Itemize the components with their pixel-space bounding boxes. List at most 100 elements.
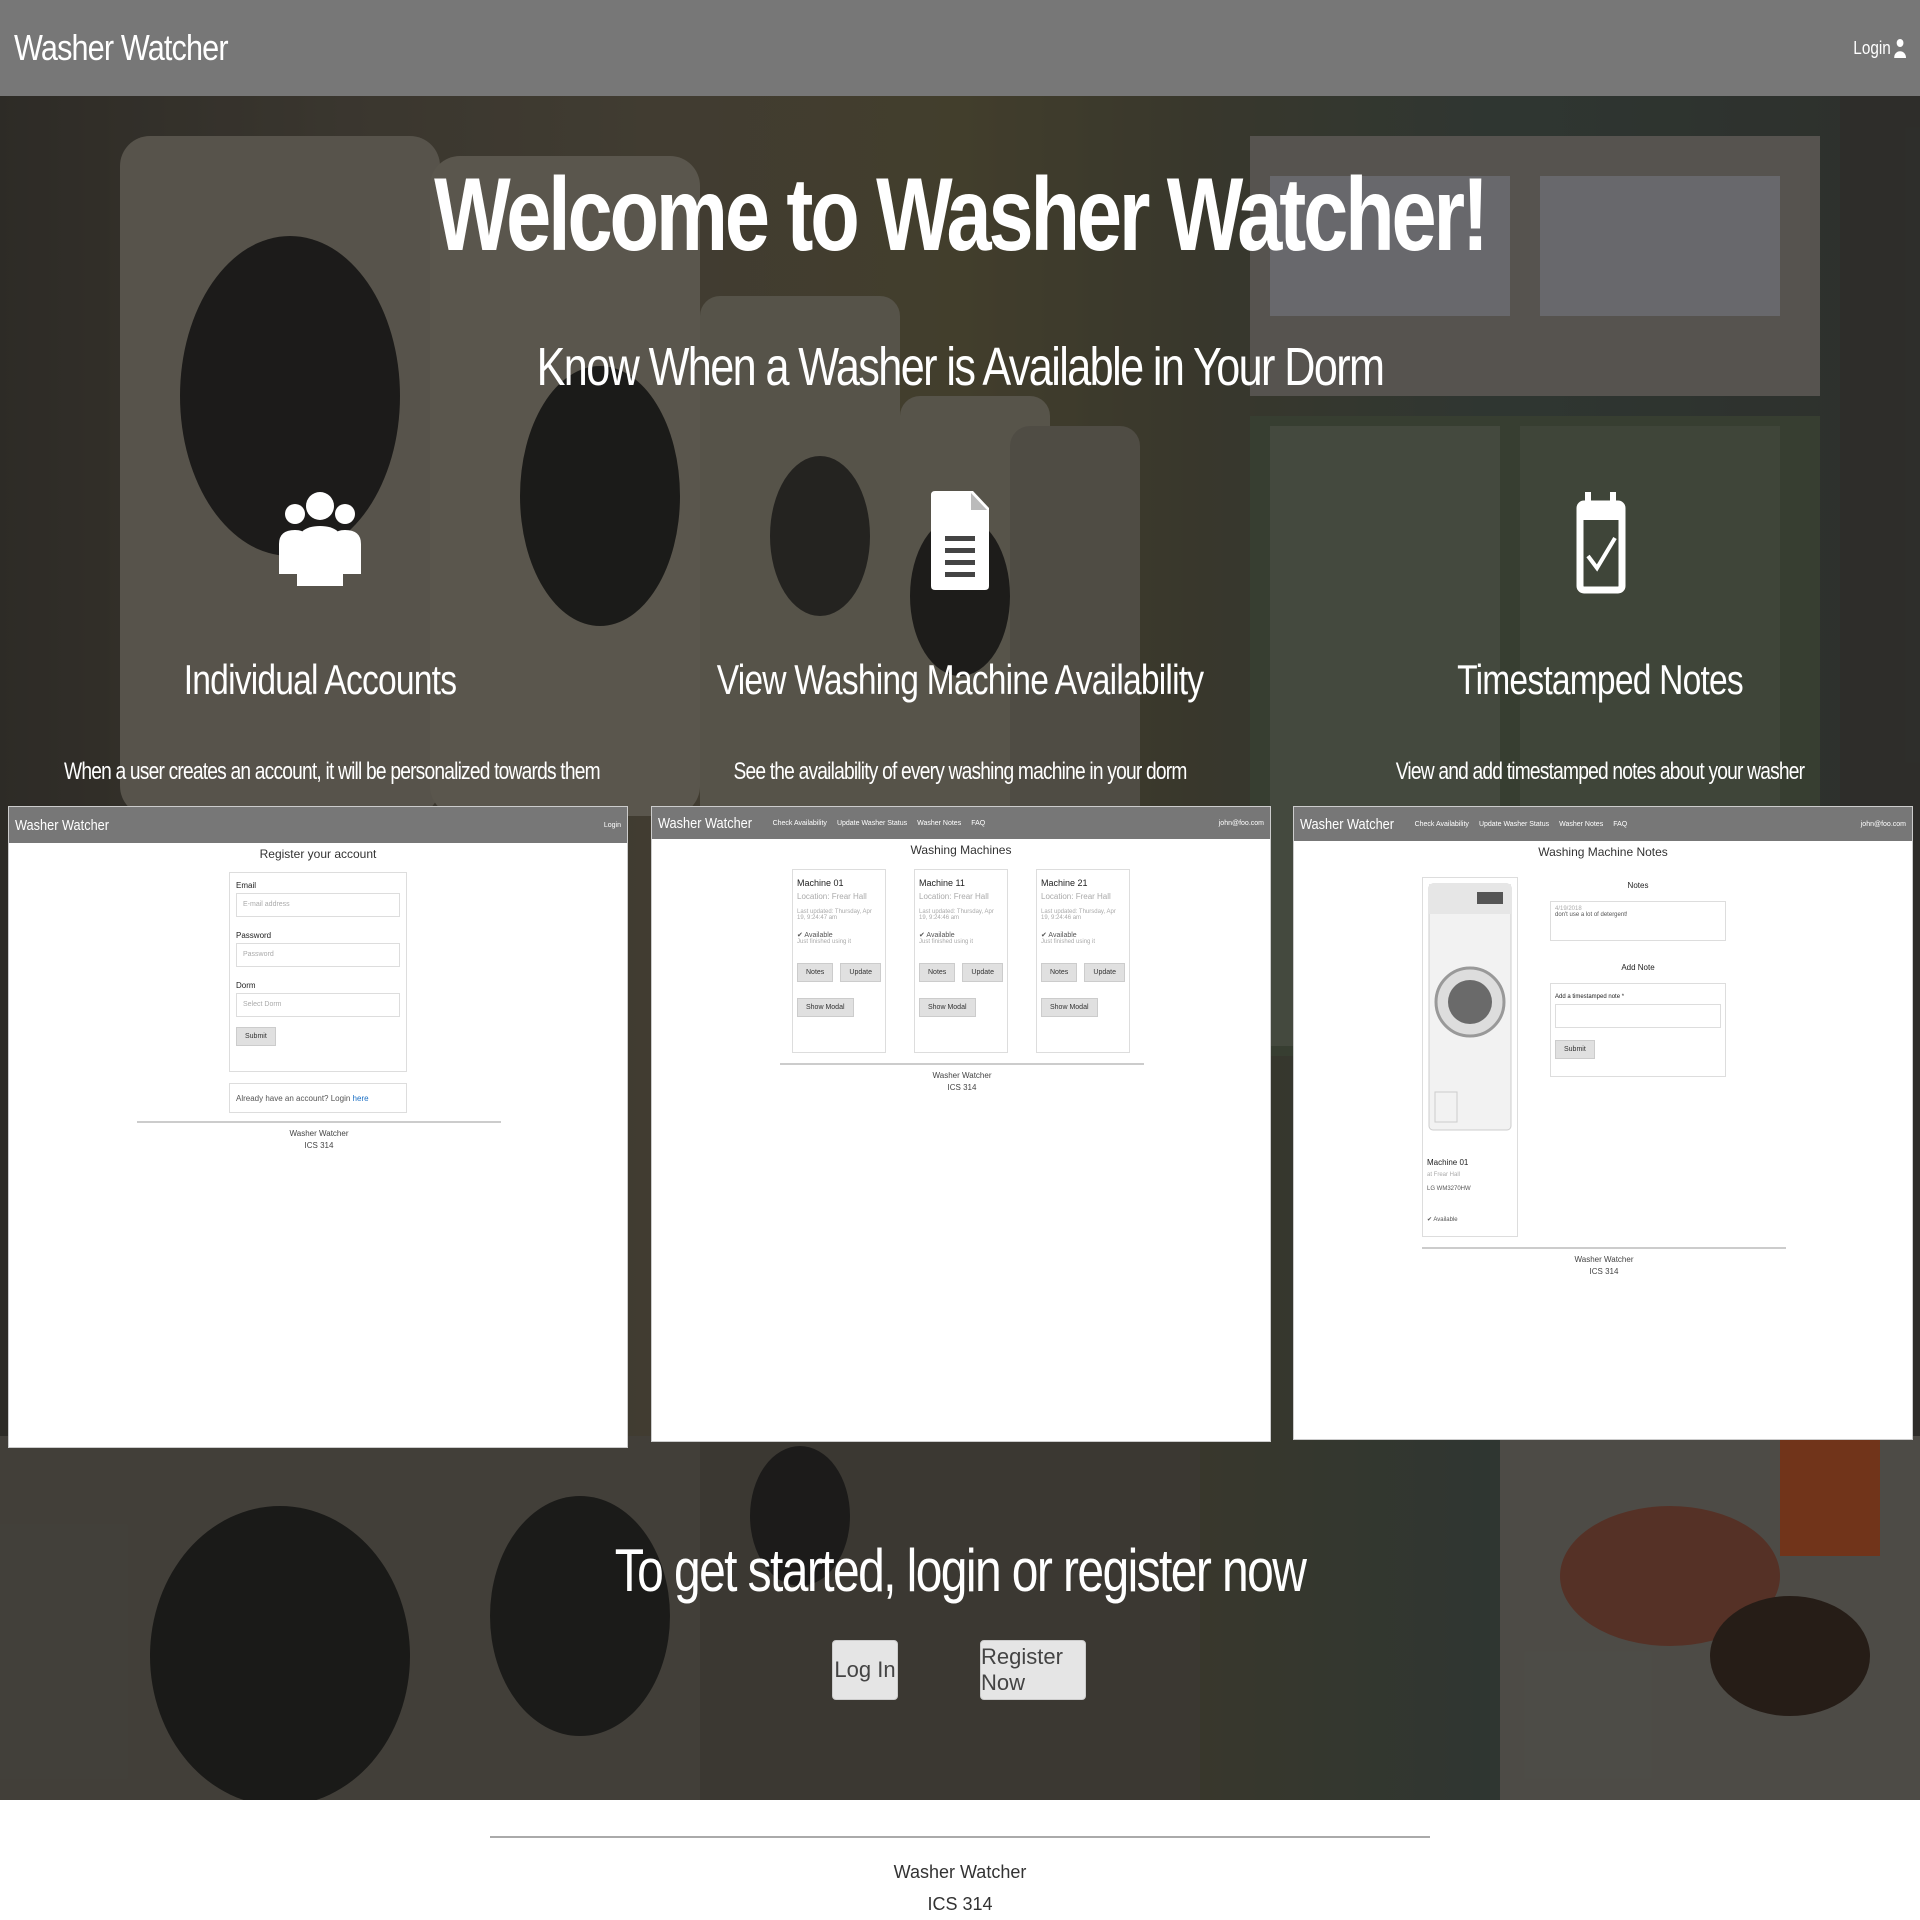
note-item: 4/19/2018 don't use a lot of detergent! xyxy=(1550,901,1726,941)
screenshot-navbar: Washer Watcher Login xyxy=(9,807,627,843)
machine-actions: Notes Update xyxy=(797,963,881,982)
login-prompt: Already have an account? Login here xyxy=(229,1083,407,1113)
login-label: Login xyxy=(1853,37,1891,58)
screenshot-navbar: Washer Watcher Check Availability Update… xyxy=(1294,807,1912,841)
machine-status-note: Just finished using it xyxy=(797,939,852,945)
machine-actions: Notes Update xyxy=(1041,963,1125,982)
machine-status-note: Just finished using it xyxy=(919,939,974,945)
machine-name: Machine 01 xyxy=(797,878,844,888)
washing-machines-screenshot: Washer Watcher Check Availability Update… xyxy=(651,806,1271,1442)
machine-status: ✔ Available xyxy=(919,932,955,939)
machine-updated: Last updated: Thursday, Apr 19, 9:24:46 … xyxy=(1041,909,1116,921)
nav-check-availability[interactable]: Check Availability xyxy=(773,820,827,827)
update-button[interactable]: Update xyxy=(962,963,1003,982)
machine-card: Machine 01 Location: Frear Hall Last upd… xyxy=(792,869,886,1053)
screenshot-user[interactable]: john@foo.com xyxy=(1861,821,1906,828)
nav-update-status[interactable]: Update Washer Status xyxy=(837,820,907,827)
screenshot-footer-line1: Washer Watcher xyxy=(932,1071,992,1080)
brand-logo[interactable]: Washer Watcher xyxy=(14,27,229,69)
footer-divider xyxy=(490,1836,1430,1838)
notes-header: Notes xyxy=(1627,881,1649,890)
update-button[interactable]: Update xyxy=(840,963,881,982)
show-modal-button[interactable]: Show Modal xyxy=(1041,998,1098,1017)
login-menu[interactable]: Login xyxy=(1853,38,1906,59)
feature-timestamped-notes: Timestamped Notes View and add timestamp… xyxy=(1280,486,1920,786)
register-form: Email E-mail address Password Password D… xyxy=(229,872,407,1072)
log-in-button[interactable]: Log In xyxy=(832,1640,898,1700)
login-prompt-text: Already have an account? Login xyxy=(236,1094,351,1103)
nav-faq[interactable]: FAQ xyxy=(1613,821,1627,828)
nav-check-availability[interactable]: Check Availability xyxy=(1415,821,1469,828)
machine-status-note: Just finished using it xyxy=(1041,939,1096,945)
register-now-button[interactable]: Register Now xyxy=(980,1640,1086,1700)
screenshot-brand: Washer Watcher xyxy=(15,816,110,834)
calendar-check-icon xyxy=(1576,492,1626,594)
machine-updated: Last updated: Thursday, Apr 19, 9:24:47 … xyxy=(797,909,872,921)
feature-individual-accounts: Individual Accounts When a user creates … xyxy=(0,486,640,786)
note-input[interactable] xyxy=(1555,1004,1721,1028)
machine-location: Location: Frear Hall xyxy=(1041,892,1111,901)
screenshot-footer-line1: Washer Watcher xyxy=(289,1129,349,1138)
screenshot-footer-line2: ICS 314 xyxy=(304,1141,334,1150)
show-modal-button[interactable]: Show Modal xyxy=(919,998,976,1017)
feature-title: Individual Accounts xyxy=(183,656,457,703)
screenshot-footer-divider xyxy=(137,1121,501,1123)
machine-location: Location: Frear Hall xyxy=(797,892,867,901)
add-note-form: Add a timestamped note * Submit xyxy=(1550,983,1726,1077)
screenshot-login: Login xyxy=(603,821,621,829)
screenshot-navbar: Washer Watcher Check Availability Update… xyxy=(652,807,1270,839)
show-modal-button[interactable]: Show Modal xyxy=(797,998,854,1017)
user-icon xyxy=(1894,39,1906,58)
notes-button[interactable]: Notes xyxy=(797,963,834,982)
machine-location: Location: Frear Hall xyxy=(919,892,989,901)
password-field[interactable]: Password xyxy=(236,943,400,967)
machine-card: Machine 21 Location: Frear Hall Last upd… xyxy=(1036,869,1130,1053)
nav-faq[interactable]: FAQ xyxy=(971,820,985,827)
email-field[interactable]: E-mail address xyxy=(236,893,400,917)
feature-description: View and add timestamped notes about you… xyxy=(1395,758,1805,785)
file-text-icon xyxy=(931,491,989,590)
machine-info-card: Machine 01 at Frear Hall LG WM3270HW ✔ A… xyxy=(1422,877,1518,1237)
notes-button[interactable]: Notes xyxy=(919,963,956,982)
nav-washer-notes[interactable]: Washer Notes xyxy=(917,820,961,827)
update-button[interactable]: Update xyxy=(1084,963,1125,982)
add-note-label: Add a timestamped note * xyxy=(1555,994,1625,1000)
machine-name: Machine 11 xyxy=(919,878,965,888)
machine-status: ✔ Available xyxy=(1041,932,1077,939)
machine-status: ✔ Available xyxy=(1427,1217,1458,1223)
note-submit-button[interactable]: Submit xyxy=(1555,1040,1595,1059)
hero-subtitle: Know When a Washer is Available in Your … xyxy=(536,337,1385,397)
feature-view-availability: View Washing Machine Availability See th… xyxy=(640,486,1280,786)
cta-heading: To get started, login or register now xyxy=(614,1537,1307,1604)
feature-description: When a user creates an account, it will … xyxy=(64,758,601,785)
email-label: Email xyxy=(236,881,257,890)
screenshot-footer-divider xyxy=(1422,1247,1786,1249)
notes-button[interactable]: Notes xyxy=(1041,963,1078,982)
screenshot-footer-line2: ICS 314 xyxy=(947,1083,977,1092)
nav-washer-notes[interactable]: Washer Notes xyxy=(1559,821,1603,828)
machine-updated: Last updated: Thursday, Apr 19, 9:24:46 … xyxy=(919,909,994,921)
machine-name: Machine 21 xyxy=(1041,878,1088,888)
screenshot-brand: Washer Watcher xyxy=(1300,815,1395,833)
dorm-select[interactable]: Select Dorm xyxy=(236,993,400,1017)
feature-title: View Washing Machine Availability xyxy=(716,656,1204,703)
notes-page-title: Washing Machine Notes xyxy=(1538,845,1668,859)
machine-model: LG WM3270HW xyxy=(1427,1186,1471,1192)
register-submit-button[interactable]: Submit xyxy=(236,1027,276,1046)
register-page-screenshot: Washer Watcher Login Register your accou… xyxy=(8,806,628,1448)
feature-title: Timestamped Notes xyxy=(1457,656,1744,703)
machine-card: Machine 11 Location: Frear Hall Last upd… xyxy=(914,869,1008,1053)
login-here-link[interactable]: here xyxy=(353,1094,369,1103)
hero-title: Welcome to Washer Watcher! xyxy=(434,157,1489,273)
register-title: Register your account xyxy=(259,847,377,861)
note-text: don't use a lot of detergent! xyxy=(1555,912,1628,918)
users-icon xyxy=(279,492,361,586)
nav-update-status[interactable]: Update Washer Status xyxy=(1479,821,1549,828)
page-footer: Washer Watcher ICS 314 xyxy=(0,1800,1920,1920)
footer-course: ICS 314 xyxy=(927,1894,993,1914)
screenshot-footer-divider xyxy=(780,1063,1144,1065)
dorm-label: Dorm xyxy=(236,981,256,990)
screenshot-user[interactable]: john@foo.com xyxy=(1219,820,1264,827)
screenshot-footer-line1: Washer Watcher xyxy=(1574,1255,1634,1264)
footer-brand: Washer Watcher xyxy=(893,1862,1027,1882)
